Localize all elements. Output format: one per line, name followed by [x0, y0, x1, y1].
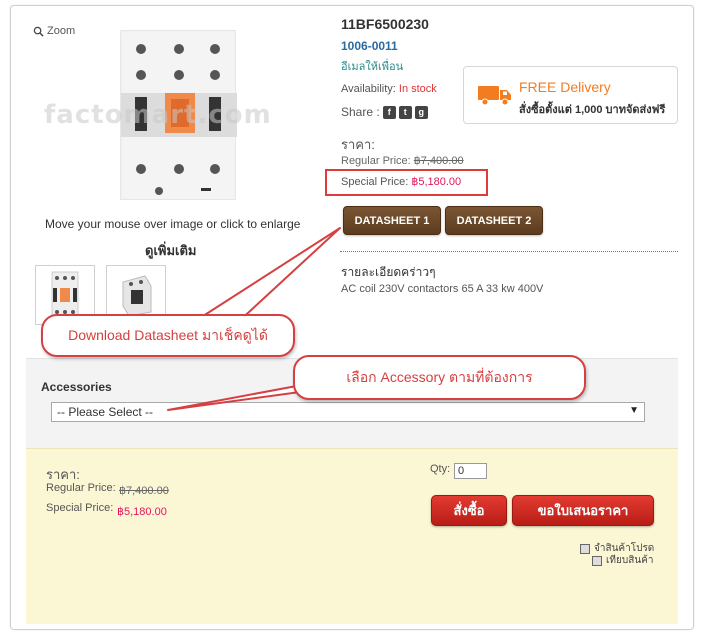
request-quote-button[interactable]: ขอใบเสนอราคา: [512, 495, 654, 526]
cart-special-label: Special Price:: [46, 502, 114, 514]
zoom-label: Zoom: [47, 25, 76, 37]
enlarge-hint: Move your mouse over image or click to e…: [45, 217, 301, 231]
facebook-icon[interactable]: f: [382, 105, 396, 119]
accessories-label: Accessories: [41, 380, 112, 394]
magnifier-icon: [33, 26, 44, 37]
qty-input[interactable]: 0: [454, 463, 487, 479]
cart-regular-value: ฿7,400.00: [119, 485, 169, 497]
regular-price: Regular Price: ฿7,400.00: [341, 154, 464, 167]
email-friend-link[interactable]: อีเมลให้เพื่อน: [341, 57, 403, 75]
dropdown-arrow-icon: ▼: [629, 405, 639, 416]
share-label: Share :: [341, 105, 380, 119]
qty-label: Qty:: [430, 463, 451, 475]
googleplus-icon[interactable]: g: [414, 105, 428, 119]
free-delivery-box: FREE Delivery สั่งซื้อตั้งแต่ 1,000 บาทจ…: [463, 66, 678, 124]
wishlist-icon: [580, 543, 590, 554]
add-to-cart-panel: [26, 448, 678, 624]
free-delivery-title: FREE Delivery: [519, 79, 611, 95]
regular-price-label: Regular Price:: [341, 155, 411, 167]
more-link[interactable]: ดูเพิ่มเติม: [145, 240, 196, 261]
order-button[interactable]: สั่งซื้อ: [431, 495, 507, 526]
availability-label: Availability:: [341, 83, 396, 95]
divider: [340, 251, 678, 252]
twitter-icon[interactable]: t: [398, 105, 412, 119]
regular-price-value: ฿7,400.00: [413, 155, 464, 167]
compare-link[interactable]: เทียบสินค้า: [592, 553, 653, 568]
cart-regular-label: Regular Price:: [46, 482, 116, 494]
product-sku: 11BF6500230: [341, 16, 429, 32]
datasheet-1-button[interactable]: DATASHEET 1: [343, 206, 441, 235]
compare-icon: [592, 555, 602, 566]
accessories-selected: -- Please Select --: [57, 405, 154, 419]
short-description-title: รายละเอียดคร่าวๆ: [341, 265, 436, 279]
cart-special-value: ฿5,180.00: [117, 506, 167, 518]
image-watermark: factomart.com: [44, 100, 272, 130]
accessory-callout: เลือก Accessory ตามที่ต้องการ: [293, 355, 586, 400]
short-description-text: AC coil 230V contactors 65 A 33 kw 400V: [341, 283, 544, 295]
zoom-control[interactable]: Zoom: [33, 25, 75, 37]
compare-label: เทียบสินค้า: [606, 555, 654, 566]
availability-value: In stock: [398, 83, 437, 95]
availability: Availability: In stock: [341, 83, 437, 95]
share-row: Share : f t g: [341, 105, 428, 119]
datasheet-callout: Download Datasheet มาเช็คดูได้: [41, 314, 295, 357]
accessories-select[interactable]: -- Please Select -- ▼: [51, 402, 645, 422]
datasheet-2-button[interactable]: DATASHEET 2: [445, 206, 543, 235]
free-delivery-subtitle: สั่งซื้อตั้งแต่ 1,000 บาทจัดส่งฟรี: [519, 104, 666, 116]
special-price-highlight: [325, 169, 488, 196]
truck-icon: [478, 86, 511, 106]
price-heading: ราคา:: [341, 137, 375, 152]
product-code[interactable]: 1006-0011: [341, 39, 398, 53]
